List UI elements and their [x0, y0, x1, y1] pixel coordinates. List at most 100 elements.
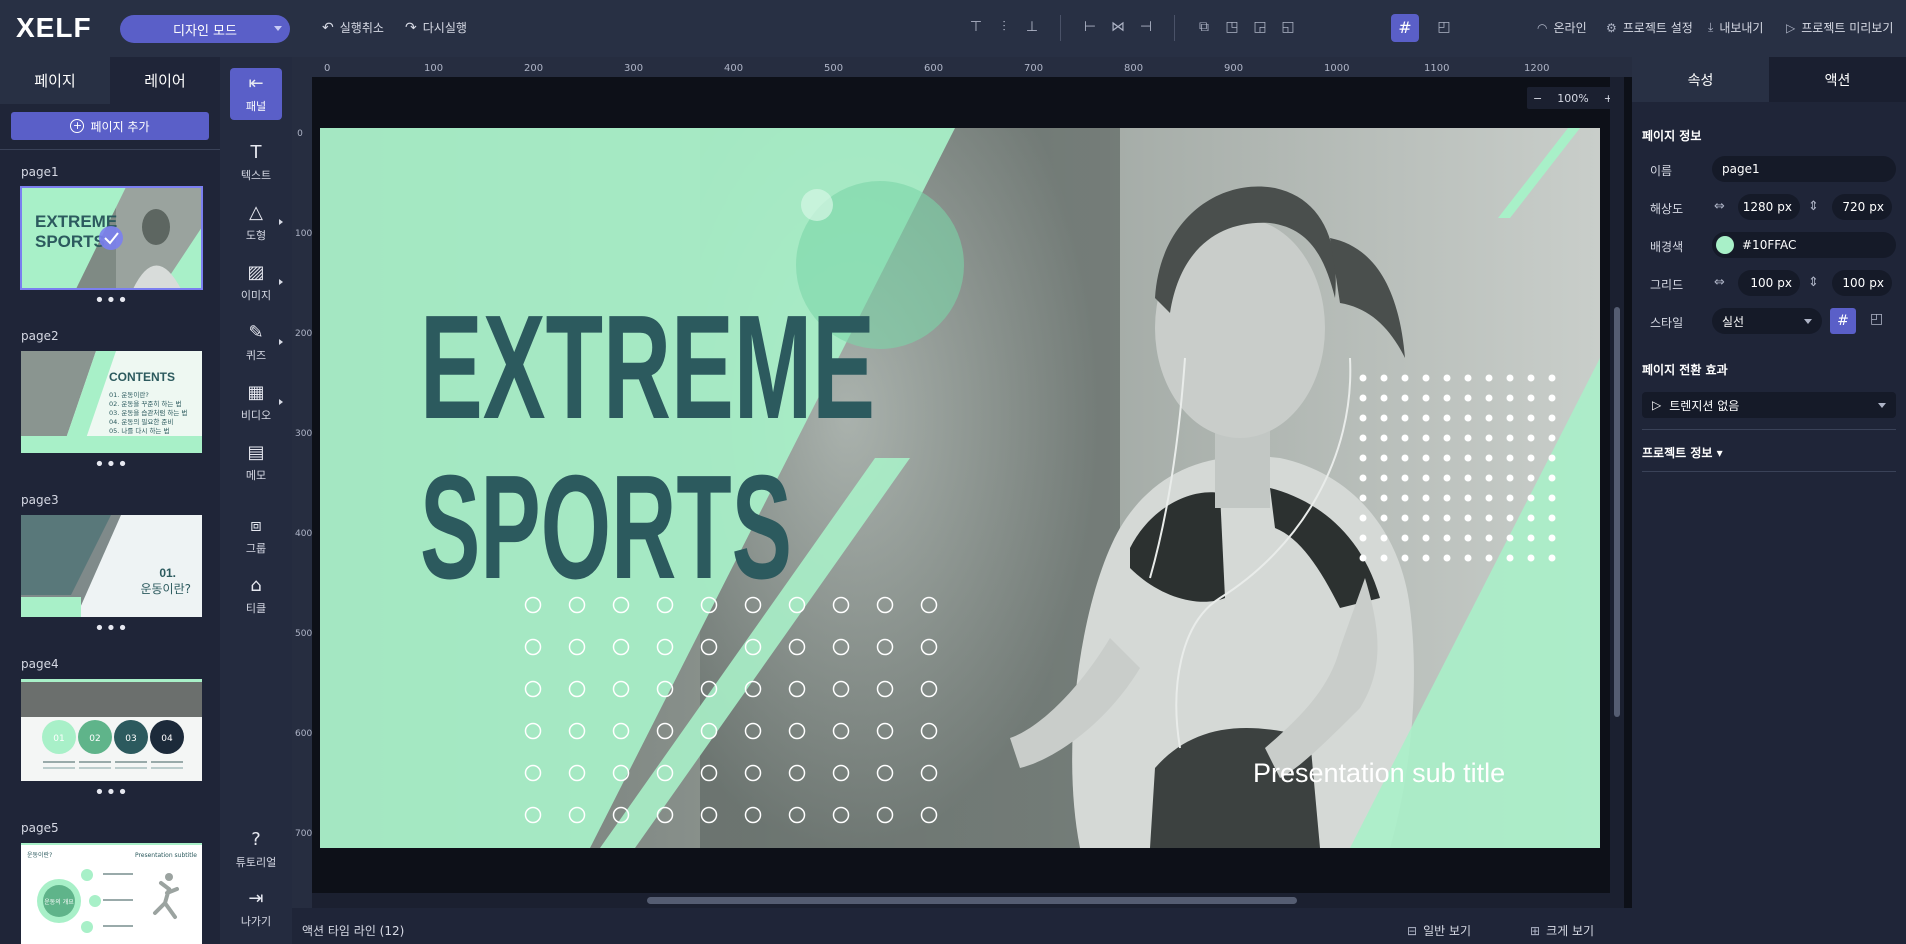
grid-y-input[interactable]: 100 px: [1832, 270, 1892, 296]
decorative-dot: [1527, 534, 1535, 542]
decorative-dot: [1485, 454, 1493, 462]
align-right-icon[interactable]: ⊣: [1138, 19, 1154, 35]
tool-text[interactable]: T 텍스트: [230, 137, 282, 189]
page-thumbnail[interactable]: 01 02 03 04: [21, 679, 202, 781]
large-view-button[interactable]: ⊞ 크게 보기: [1530, 922, 1594, 939]
vertical-scrollbar[interactable]: [1610, 77, 1624, 908]
preview-button[interactable]: ▷ 프로젝트 미리보기: [1786, 19, 1893, 36]
width-value: 1280: [1742, 200, 1774, 214]
transition-heading: 페이지 전환 효과: [1642, 363, 1728, 377]
grid-toggle-icon[interactable]: #: [1391, 14, 1419, 42]
width-icon: ⇔: [1714, 199, 1725, 214]
page-thumbnail-image: 운동이란? Presentation subtitle 운동의 개요: [21, 843, 202, 944]
tab-properties[interactable]: 속성: [1632, 57, 1769, 102]
align-left-icon[interactable]: ⊢: [1082, 19, 1098, 35]
grid-style-select[interactable]: 실선: [1712, 308, 1822, 334]
page-thumbnail[interactable]: 01. 운동이란?: [21, 515, 202, 617]
slide-title-line1[interactable]: EXTREME: [420, 285, 875, 450]
page-item-1[interactable]: page1 EXTREME SPORTS •••: [20, 165, 203, 310]
page-more-icon[interactable]: •••: [21, 456, 202, 474]
bg-color-input[interactable]: #10FFAC: [1712, 232, 1896, 258]
tool-tutorial[interactable]: ? 튜토리얼: [230, 824, 282, 876]
grid-x-input[interactable]: 100 px: [1738, 270, 1800, 296]
tool-tickle[interactable]: ⌂ 티클: [230, 570, 282, 622]
tool-video[interactable]: ▦ 비디오: [230, 377, 283, 429]
page-more-icon[interactable]: •••: [21, 292, 202, 310]
color-swatch[interactable]: [1716, 236, 1734, 254]
decorative-dot: [1443, 434, 1451, 442]
decorative-dot: [1443, 454, 1451, 462]
grid-show-icon[interactable]: #: [1830, 308, 1856, 334]
page-item-5[interactable]: page5 운동이란? Presentation subtitle 운동의 개요: [21, 821, 202, 944]
page-thumbnail[interactable]: CONTENTS 01. 운동이란? 02. 운동을 꾸준히 하는 법 03. …: [21, 351, 202, 453]
page-thumbnail[interactable]: EXTREME SPORTS: [20, 186, 203, 290]
normal-view-button[interactable]: ⊟ 일반 보기: [1407, 922, 1471, 939]
online-status[interactable]: ◠ 온라인: [1537, 19, 1587, 36]
page-item-2[interactable]: page2 CONTENTS 01. 운동이란? 02. 운동을 꾸준히 하는 …: [21, 329, 202, 474]
page-more-icon[interactable]: •••: [21, 784, 202, 802]
divider: [1642, 429, 1896, 430]
slide-artwork: EXTREME SPORTS Presentation sub title: [320, 128, 1600, 848]
thumb-circle-label: 04: [161, 734, 173, 744]
align-center-icon[interactable]: ⋈: [1110, 19, 1126, 35]
decorative-dot: [1380, 374, 1388, 382]
page-item-3[interactable]: page3 01. 운동이란? •••: [21, 493, 202, 638]
decorative-dot: [1485, 514, 1493, 522]
tab-actions[interactable]: 액션: [1769, 57, 1906, 102]
unit-label: px: [1869, 276, 1884, 290]
page-item-4[interactable]: page4 01 02 03 04 •••: [21, 657, 202, 802]
project-info-toggle[interactable]: 프로젝트 정보 ▾: [1642, 444, 1723, 461]
ruler-tick: 100: [295, 229, 313, 239]
tool-panel[interactable]: ⇤ 패널: [230, 68, 282, 120]
decorative-dot: [1380, 394, 1388, 402]
align-top-icon[interactable]: ⊤: [968, 19, 984, 35]
mode-dropdown[interactable]: 디자인 모드: [120, 15, 290, 43]
snap-icon[interactable]: ◰: [1436, 19, 1452, 35]
tool-strip: ⇤ 패널 T 텍스트 △ 도형 ▨ 이미지 ✎ 퀴즈 ▦ 비디오 ▤ 메모 ⧈ …: [220, 57, 292, 944]
align-middle-icon[interactable]: ⫶: [996, 19, 1012, 35]
tool-label: 퀴즈: [245, 349, 267, 362]
chevron-down-icon: [1804, 319, 1812, 324]
page-more-icon[interactable]: •••: [21, 620, 202, 638]
export-button[interactable]: ⤓ 내보내기: [1708, 19, 1763, 36]
bring-forward-icon[interactable]: ◳: [1224, 19, 1240, 35]
transition-select[interactable]: ▷ 트렌지션 없음: [1642, 392, 1896, 418]
action-timeline-toggle[interactable]: 액션 타임 라인 (12): [302, 922, 404, 939]
slide-title-line2[interactable]: SPORTS: [420, 445, 792, 610]
horizontal-scrollbar[interactable]: [312, 893, 1610, 908]
send-back-icon[interactable]: ◱: [1280, 19, 1296, 35]
resolution-height-input[interactable]: 720 px: [1832, 194, 1892, 220]
send-backward-icon[interactable]: ◲: [1252, 19, 1268, 35]
tool-exit[interactable]: ⇥ 나가기: [230, 883, 282, 935]
tool-memo[interactable]: ▤ 메모: [230, 437, 282, 489]
tab-pages[interactable]: 페이지: [0, 57, 110, 104]
canvas-area[interactable]: 0 100 200 300 400 500 600 700 800 900 10…: [292, 57, 1632, 908]
project-settings-button[interactable]: ⚙ 프로젝트 설정: [1606, 19, 1693, 36]
slide-subtitle[interactable]: Presentation sub title: [1253, 758, 1505, 788]
resolution-width-input[interactable]: 1280 px: [1738, 194, 1800, 220]
page-thumbnail[interactable]: 운동이란? Presentation subtitle 운동의 개요: [21, 843, 202, 944]
add-page-button[interactable]: + 페이지 추가: [11, 112, 209, 140]
slide-canvas[interactable]: EXTREME SPORTS Presentation sub title: [320, 128, 1600, 848]
decorative-dot: [1359, 474, 1367, 482]
scrollbar-thumb[interactable]: [647, 897, 1297, 904]
bring-front-icon[interactable]: ⧉: [1196, 19, 1212, 35]
tool-quiz[interactable]: ✎ 퀴즈: [230, 317, 283, 369]
undo-button[interactable]: ↶ 실행취소: [322, 19, 384, 36]
tab-layers[interactable]: 레이어: [110, 57, 220, 104]
scrollbar-thumb[interactable]: [1614, 307, 1620, 717]
plus-circle-icon: +: [70, 119, 85, 133]
redo-button[interactable]: ↷ 다시실행: [405, 19, 467, 36]
align-bottom-icon[interactable]: ⊥: [1024, 19, 1040, 35]
tool-group[interactable]: ⧈ 그룹: [230, 510, 282, 562]
decorative-dot: [1527, 554, 1535, 562]
grid-snap-icon[interactable]: ◰: [1870, 311, 1883, 327]
zoom-out-icon[interactable]: −: [1533, 92, 1542, 105]
tool-image[interactable]: ▨ 이미지: [230, 257, 283, 309]
decorative-dot: [1401, 454, 1409, 462]
graduation-cap-icon: ⌂: [250, 575, 262, 596]
ruler-tick: 700: [295, 829, 313, 839]
decorative-dot: [1422, 434, 1430, 442]
tool-shape[interactable]: △ 도형: [230, 197, 283, 249]
page-name-input[interactable]: page1: [1712, 156, 1896, 182]
